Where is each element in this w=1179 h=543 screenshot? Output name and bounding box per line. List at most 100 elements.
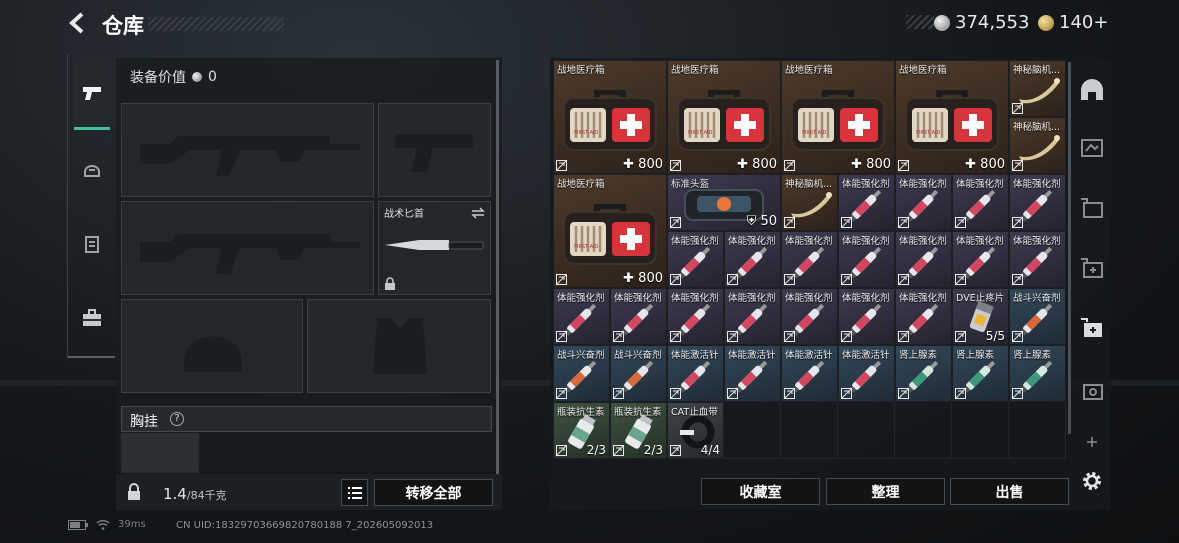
inventory-item[interactable]: 战斗兴奋剂	[610, 345, 667, 402]
helmet-slot[interactable]	[121, 299, 303, 393]
tab-helmet[interactable]	[74, 152, 110, 188]
inventory-item[interactable]: 体能强化剂	[1009, 174, 1066, 231]
player-uid: CN UID:18329703669820780188 7_2026050920…	[176, 520, 434, 531]
inj-red-icon	[1010, 187, 1065, 222]
item-count: 2/3	[644, 443, 663, 457]
chest-rig-slot[interactable]	[121, 433, 199, 473]
inventory-item[interactable]: 战斗兴奋剂	[1009, 288, 1066, 345]
primary-weapon-slot[interactable]	[121, 103, 374, 197]
medkit-icon: FIRST AID	[668, 73, 780, 163]
help-icon[interactable]: ?	[170, 412, 184, 426]
sell-button[interactable]: 出售	[950, 478, 1069, 505]
inventory-item[interactable]: 体能强化剂	[610, 288, 667, 345]
inventory-item[interactable]: 标准头盔 ⛨ 50	[667, 174, 781, 231]
transfer-all-button[interactable]: 转移全部	[374, 479, 493, 506]
inventory-item[interactable]: 肾上腺素	[895, 345, 952, 402]
inventory-grid: 战地医疗箱 FIRST AID ✚ 800 战地医疗箱 FIRST AID ✚ 800 战地…	[553, 60, 1066, 459]
inventory-item[interactable]: 体能强化剂	[781, 231, 838, 288]
lock-icon[interactable]	[126, 483, 142, 501]
inventory-item[interactable]: 战地医疗箱 FIRST AID ✚ 800	[781, 60, 895, 174]
chest-rig-header[interactable]: 胸挂 ?	[121, 406, 492, 432]
inventory-item[interactable]: 瓶装抗生素 2/3	[553, 402, 610, 459]
inventory-item[interactable]: 瓶装抗生素 2/3	[610, 402, 667, 459]
svg-text:FIRST AID: FIRST AID	[916, 130, 941, 136]
empty-grid-cell[interactable]	[952, 402, 1009, 459]
tab-warehouse-2[interactable]	[1074, 190, 1110, 226]
inventory-item[interactable]: 战地医疗箱 FIRST AID ✚ 800	[553, 60, 667, 174]
empty-grid-cell[interactable]	[1009, 402, 1066, 459]
settings-button[interactable]	[1074, 463, 1110, 499]
gold-currency[interactable]: 140+	[1038, 12, 1108, 33]
inventory-item[interactable]: 体能强化剂	[895, 174, 952, 231]
gear-icon	[1083, 472, 1101, 490]
list-view-button[interactable]	[341, 479, 368, 506]
inventory-item[interactable]: 体能强化剂	[781, 288, 838, 345]
collection-room-button[interactable]: 收藏室	[701, 478, 820, 505]
empty-grid-cell[interactable]	[895, 402, 952, 459]
empty-grid-cell[interactable]	[838, 402, 895, 459]
tab-armor[interactable]	[74, 226, 110, 262]
inventory-item[interactable]: 神秘脑机...	[781, 174, 838, 231]
inventory-item[interactable]: 神秘脑机...	[1009, 60, 1066, 117]
armor-vest-icon	[85, 236, 99, 253]
inventory-item[interactable]: 体能强化剂	[952, 231, 1009, 288]
inventory-item[interactable]: 体能激活针	[838, 345, 895, 402]
sort-button[interactable]: 整理	[826, 478, 945, 505]
item-count-value: 4/4	[700, 443, 720, 457]
armor-slot[interactable]	[307, 299, 491, 393]
vest-silhouette-icon	[373, 318, 427, 374]
empty-grid-cell[interactable]	[724, 402, 781, 459]
inventory-item[interactable]: 体能激活针	[724, 345, 781, 402]
add-warehouse-button[interactable]	[1074, 432, 1110, 452]
inventory-item[interactable]: DVE止疼片 5/5	[952, 288, 1009, 345]
inventory-item[interactable]: 体能强化剂	[1009, 231, 1066, 288]
inventory-item[interactable]: 体能强化剂	[553, 288, 610, 345]
inventory-item[interactable]: 体能强化剂	[838, 288, 895, 345]
inventory-item[interactable]: 体能强化剂	[952, 174, 1009, 231]
tab-weapons[interactable]	[74, 58, 110, 130]
tab-warehouse-3[interactable]	[1074, 250, 1110, 286]
inventory-item[interactable]: 体能强化剂	[667, 288, 724, 345]
inventory-item[interactable]: 体能强化剂	[724, 231, 781, 288]
inventory-item[interactable]: 肾上腺素	[952, 345, 1009, 402]
inventory-item[interactable]: 战地医疗箱 FIRST AID ✚ 800	[667, 60, 781, 174]
inventory-item[interactable]: 战地医疗箱 FIRST AID ✚ 800	[895, 60, 1009, 174]
inventory-item[interactable]: 神秘脑机...	[1009, 117, 1066, 174]
inventory-item[interactable]: 体能强化剂	[724, 288, 781, 345]
tab-warehouse-4[interactable]	[1074, 310, 1110, 346]
equipment-scrollbar[interactable]	[496, 60, 499, 474]
inventory-item[interactable]: CAT止血带 4/4	[667, 402, 724, 459]
inventory-item[interactable]: 肾上腺素	[1009, 345, 1066, 402]
inventory-item[interactable]: 体能强化剂	[667, 231, 724, 288]
tab-warehouse-5[interactable]	[1074, 372, 1110, 408]
item-count: ✚ 800	[737, 157, 777, 172]
sidearm-slot[interactable]	[378, 103, 491, 197]
item-count-value: 800	[752, 157, 777, 172]
inventory-item[interactable]: 战斗兴奋剂	[553, 345, 610, 402]
equipment-value-amount: 0	[208, 69, 217, 85]
inventory-item[interactable]: 体能激活针	[781, 345, 838, 402]
empty-grid-cell[interactable]	[781, 402, 838, 459]
back-arrow-icon[interactable]	[66, 10, 92, 36]
gold-coin-icon	[1038, 14, 1054, 31]
inventory-item[interactable]: 体能强化剂	[838, 174, 895, 231]
inj-red-icon	[839, 301, 894, 336]
tab-warehouse-1[interactable]	[1074, 130, 1110, 166]
inventory-item[interactable]: 体能强化剂	[895, 288, 952, 345]
battery-icon	[68, 519, 88, 530]
inventory-scrollbar[interactable]	[1068, 62, 1071, 434]
secondary-weapon-slot[interactable]	[121, 201, 374, 295]
inj-red-icon	[668, 244, 723, 279]
tab-backpack[interactable]	[74, 300, 110, 336]
item-count: ✚ 800	[623, 271, 663, 286]
inventory-item[interactable]: 体能激活针	[667, 345, 724, 402]
knife-slot[interactable]: 战术匕首	[378, 201, 491, 295]
inventory-item[interactable]: 体能强化剂	[838, 231, 895, 288]
inventory-item[interactable]: 战地医疗箱 FIRST AID ✚ 800	[553, 174, 667, 288]
swap-icon[interactable]	[471, 207, 485, 219]
heal-plus-icon: ✚	[623, 271, 639, 286]
inventory-item[interactable]: 体能强化剂	[895, 231, 952, 288]
medkit-icon: FIRST AID	[554, 187, 666, 277]
silver-amount: 374,553	[955, 12, 1030, 33]
tab-warehouse-home[interactable]	[1074, 72, 1110, 108]
